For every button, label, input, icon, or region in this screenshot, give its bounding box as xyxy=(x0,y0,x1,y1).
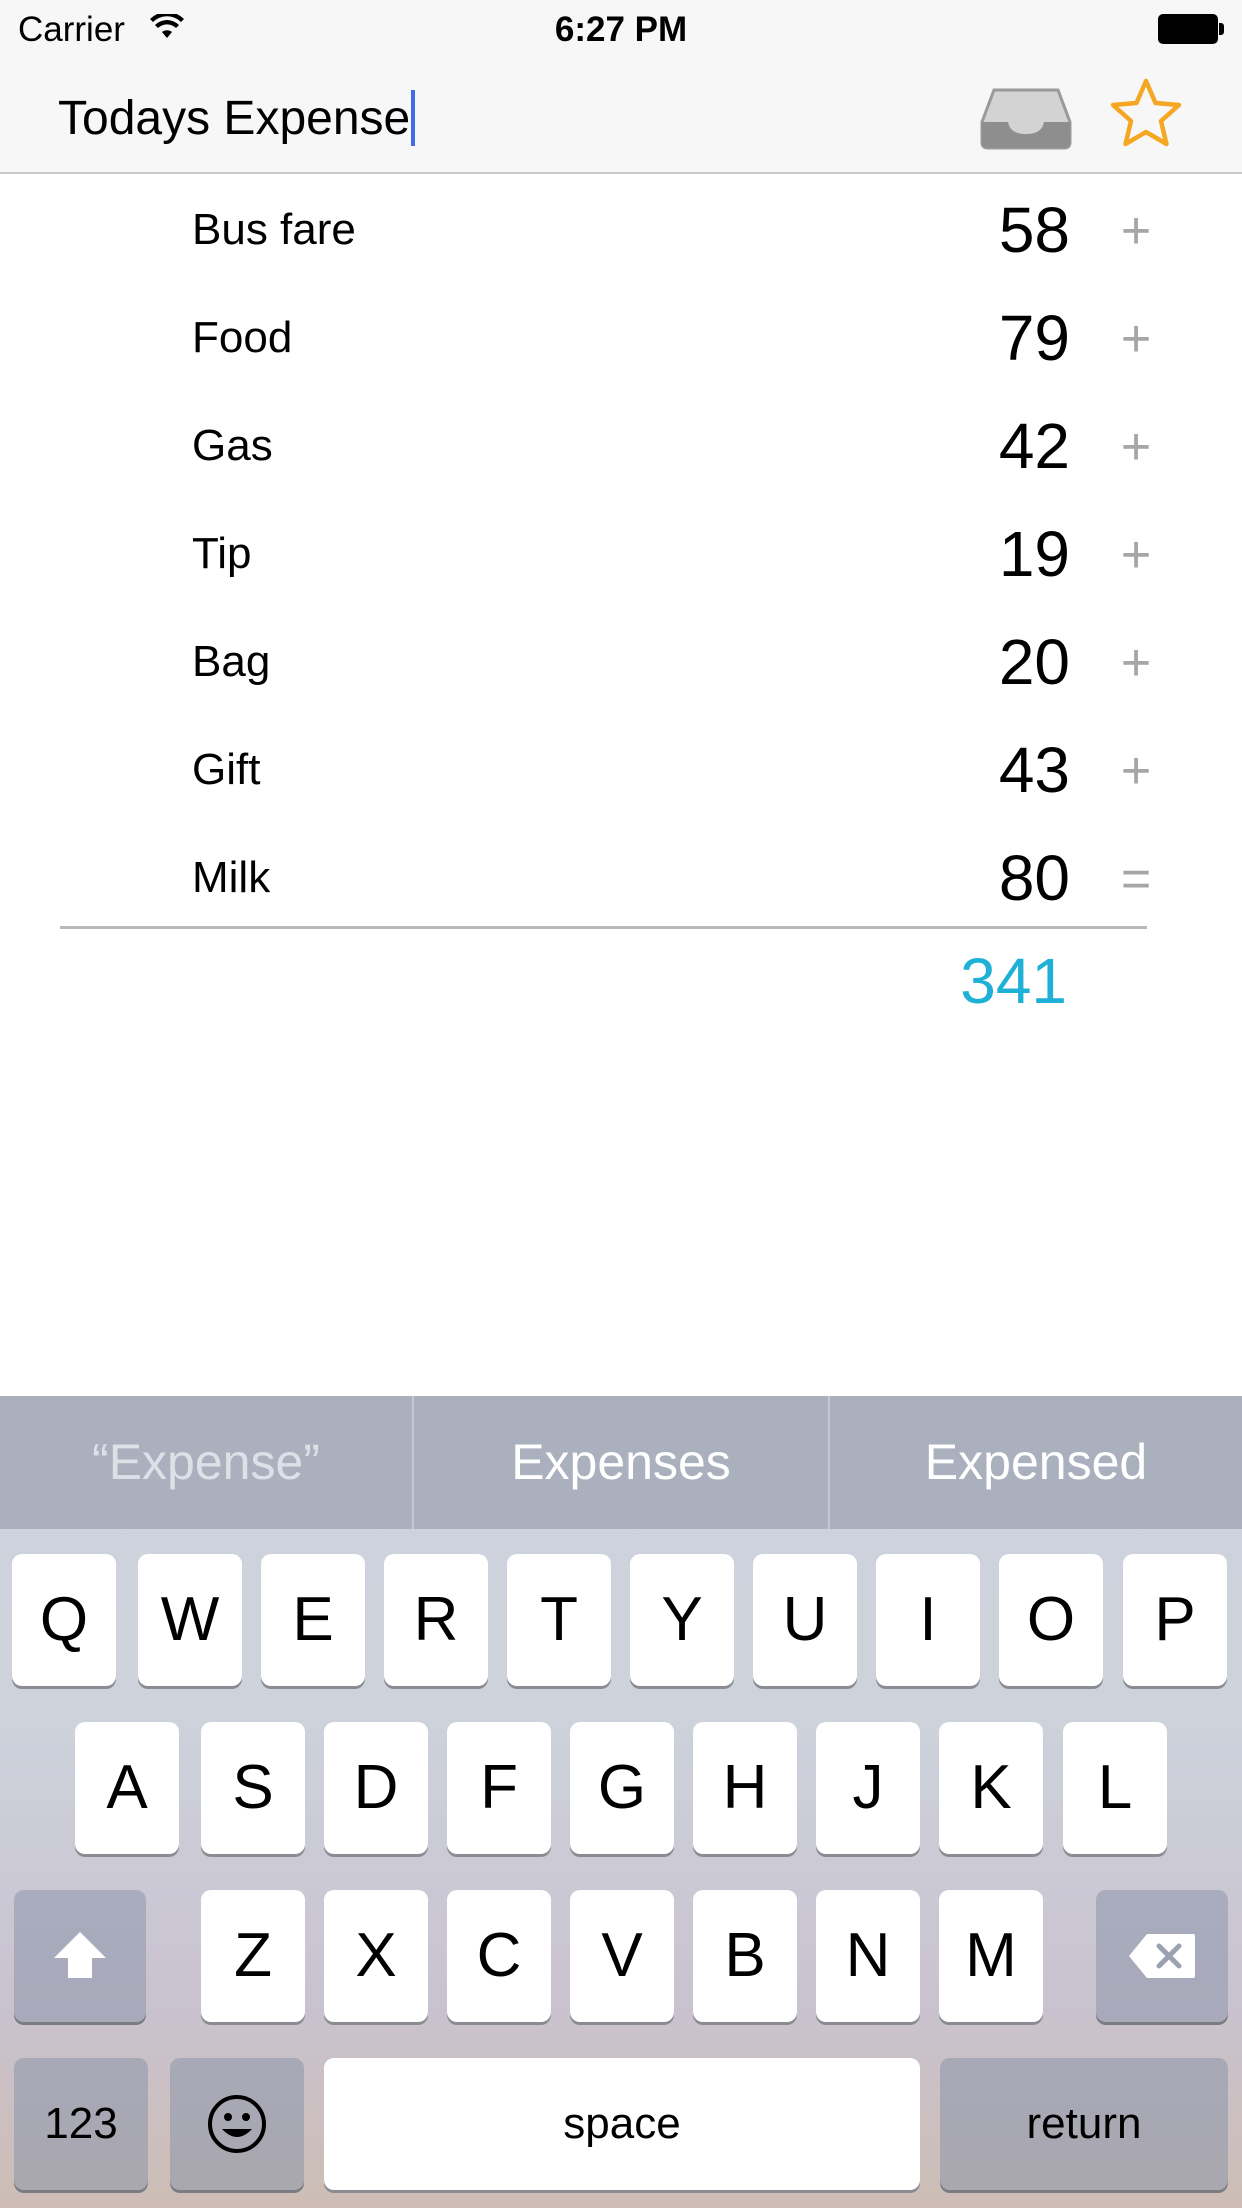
expense-label[interactable]: Gas xyxy=(192,421,273,471)
key-h[interactable]: H xyxy=(693,1722,797,1854)
key-i[interactable]: I xyxy=(876,1554,980,1686)
key-s[interactable]: S xyxy=(201,1722,305,1854)
expense-row[interactable]: Tip 19 + xyxy=(0,499,1242,607)
keyboard: “Expense” Expenses Expensed Q W E R T Y … xyxy=(0,1396,1242,2208)
key-n[interactable]: N xyxy=(816,1890,920,2022)
shift-key[interactable] xyxy=(14,1890,146,2022)
inbox-tray-icon xyxy=(980,88,1072,150)
key-w[interactable]: W xyxy=(138,1554,242,1686)
key-o[interactable]: O xyxy=(999,1554,1103,1686)
operator-plus[interactable]: + xyxy=(1118,309,1154,369)
key-l[interactable]: L xyxy=(1063,1722,1167,1854)
expense-row[interactable]: Gift 43 + xyxy=(0,715,1242,823)
key-q[interactable]: Q xyxy=(12,1554,116,1686)
inbox-button[interactable] xyxy=(980,82,1072,152)
expense-label[interactable]: Bag xyxy=(192,637,270,687)
expense-amount[interactable]: 20 xyxy=(999,625,1070,699)
suggestion-expensed[interactable]: Expensed xyxy=(830,1396,1242,1529)
key-z[interactable]: Z xyxy=(201,1890,305,2022)
key-d[interactable]: D xyxy=(324,1722,428,1854)
total-amount: 341 xyxy=(960,945,1067,1017)
expense-amount[interactable]: 43 xyxy=(999,733,1070,807)
expense-row[interactable]: Food 79 + xyxy=(0,283,1242,391)
suggestion-bar: “Expense” Expenses Expensed xyxy=(0,1396,1242,1529)
suggestion-original[interactable]: “Expense” xyxy=(0,1396,412,1529)
clock: 6:27 PM xyxy=(554,10,688,49)
shift-arrow-icon xyxy=(54,1932,106,1978)
expense-amount[interactable]: 58 xyxy=(999,193,1070,267)
suggestion-expenses[interactable]: Expenses xyxy=(414,1396,828,1529)
text-caret xyxy=(411,90,416,146)
title-input[interactable]: Todays Expense xyxy=(58,90,416,146)
expense-row[interactable]: Milk 80 = xyxy=(0,823,1242,931)
space-key[interactable]: space xyxy=(324,2058,920,2190)
key-b[interactable]: B xyxy=(693,1890,797,2022)
expense-amount[interactable]: 80 xyxy=(999,841,1070,915)
delete-key[interactable] xyxy=(1096,1890,1228,2022)
key-y[interactable]: Y xyxy=(630,1554,734,1686)
expense-amount[interactable]: 42 xyxy=(999,409,1070,483)
key-f[interactable]: F xyxy=(447,1722,551,1854)
return-key[interactable]: return xyxy=(940,2058,1228,2190)
operator-plus[interactable]: + xyxy=(1118,417,1154,477)
favorite-button[interactable] xyxy=(1108,76,1184,152)
expense-label[interactable]: Gift xyxy=(192,745,260,795)
key-r[interactable]: R xyxy=(384,1554,488,1686)
expense-row[interactable]: Bag 20 + xyxy=(0,607,1242,715)
key-k[interactable]: K xyxy=(939,1722,1043,1854)
title-text: Todays Expense xyxy=(58,92,411,145)
operator-plus[interactable]: + xyxy=(1118,525,1154,585)
emoji-key[interactable] xyxy=(170,2058,304,2190)
status-bar: Carrier 6:27 PM xyxy=(0,0,1242,60)
key-j[interactable]: J xyxy=(816,1722,920,1854)
operator-plus[interactable]: + xyxy=(1118,741,1154,801)
key-u[interactable]: U xyxy=(753,1554,857,1686)
expense-label[interactable]: Bus fare xyxy=(192,205,356,255)
key-x[interactable]: X xyxy=(324,1890,428,2022)
key-e[interactable]: E xyxy=(261,1554,365,1686)
operator-equals[interactable]: = xyxy=(1118,849,1154,909)
expense-row[interactable]: Bus fare 58 + xyxy=(0,175,1242,283)
key-t[interactable]: T xyxy=(507,1554,611,1686)
expense-label[interactable]: Food xyxy=(192,313,292,363)
expense-amount[interactable]: 79 xyxy=(999,301,1070,375)
key-v[interactable]: V xyxy=(570,1890,674,2022)
key-g[interactable]: G xyxy=(570,1722,674,1854)
expense-label[interactable]: Milk xyxy=(192,853,270,903)
star-icon xyxy=(1110,78,1182,147)
expense-label[interactable]: Tip xyxy=(192,529,252,579)
expense-amount[interactable]: 19 xyxy=(999,517,1070,591)
expense-row[interactable]: Gas 42 + xyxy=(0,391,1242,499)
key-m[interactable]: M xyxy=(939,1890,1043,2022)
header: Todays Expense xyxy=(0,60,1242,174)
battery-icon xyxy=(1158,14,1224,44)
backspace-icon xyxy=(1129,1934,1195,1978)
operator-plus[interactable]: + xyxy=(1118,201,1154,261)
key-p[interactable]: P xyxy=(1123,1554,1227,1686)
key-c[interactable]: C xyxy=(447,1890,551,2022)
key-a[interactable]: A xyxy=(75,1722,179,1854)
total-divider xyxy=(60,926,1147,929)
numbers-key[interactable]: 123 xyxy=(14,2058,148,2190)
operator-plus[interactable]: + xyxy=(1118,633,1154,693)
emoji-smiley-icon xyxy=(208,2095,266,2153)
